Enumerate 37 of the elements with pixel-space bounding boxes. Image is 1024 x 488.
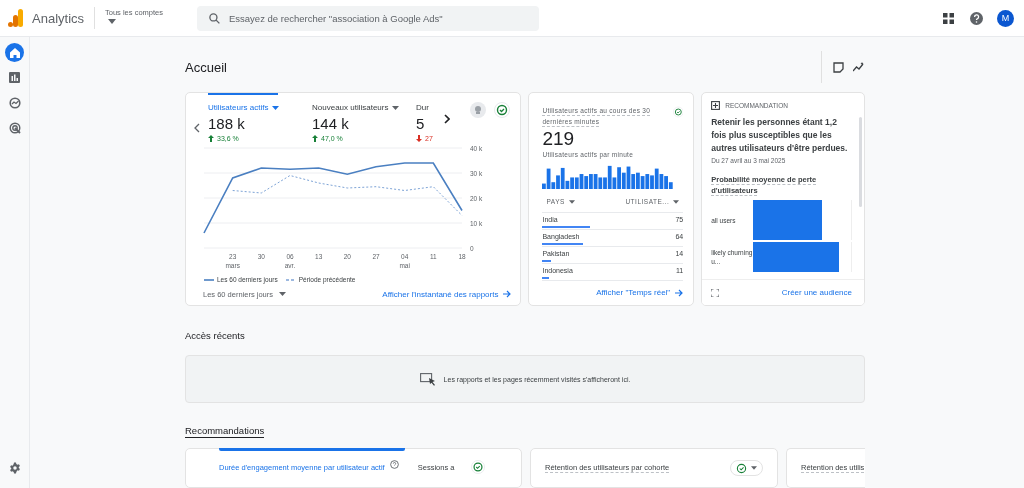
reports-link[interactable]: Afficher l'instantané des rapports [382,289,512,299]
caret-icon [568,199,575,204]
settings-icon[interactable] [8,462,21,474]
note-icon[interactable] [833,61,844,73]
insights-icon[interactable] [853,62,865,72]
chart-bar [753,200,822,240]
realtime-link[interactable]: Afficher "Temps réel" [596,288,684,297]
previous-icon[interactable] [194,123,200,133]
section-title: Recommandations [185,425,265,438]
arrow-right-icon [675,288,684,297]
expand-icon[interactable] [711,288,720,297]
check-icon [736,462,747,474]
page-title: Accueil [185,59,227,75]
search-field[interactable]: Essayez de rechercher "association à Google Ads" [197,5,539,31]
create-audience-link[interactable]: Créer une audience [781,288,852,297]
home-icon[interactable] [5,43,24,62]
caret-icon [751,466,757,470]
realtime-value: 219 [542,129,576,149]
add-box-icon [711,101,721,110]
product-name: Analytics [32,10,85,26]
help-icon[interactable] [970,11,983,25]
caret-icon [279,292,287,296]
recommendation-text: Retenir les personnes étant 1,2 fois plus susceptibles que les autres utilisateurs d'être perdues. [711,116,849,155]
analytics-logo-icon [8,9,24,27]
caret-icon [108,19,117,24]
section-title: Accès récents [185,330,245,341]
check-icon[interactable] [672,105,684,119]
next-icon[interactable] [444,114,450,124]
pointer-icon [419,372,437,386]
help-icon[interactable] [389,460,399,469]
caret-icon [673,199,680,204]
user-avatar[interactable]: M [997,9,1014,27]
arrow-right-icon [503,290,512,298]
apps-icon[interactable] [943,12,954,24]
check-icon[interactable] [470,460,485,474]
check-icon[interactable] [494,102,511,118]
status-dropdown[interactable] [730,460,763,476]
